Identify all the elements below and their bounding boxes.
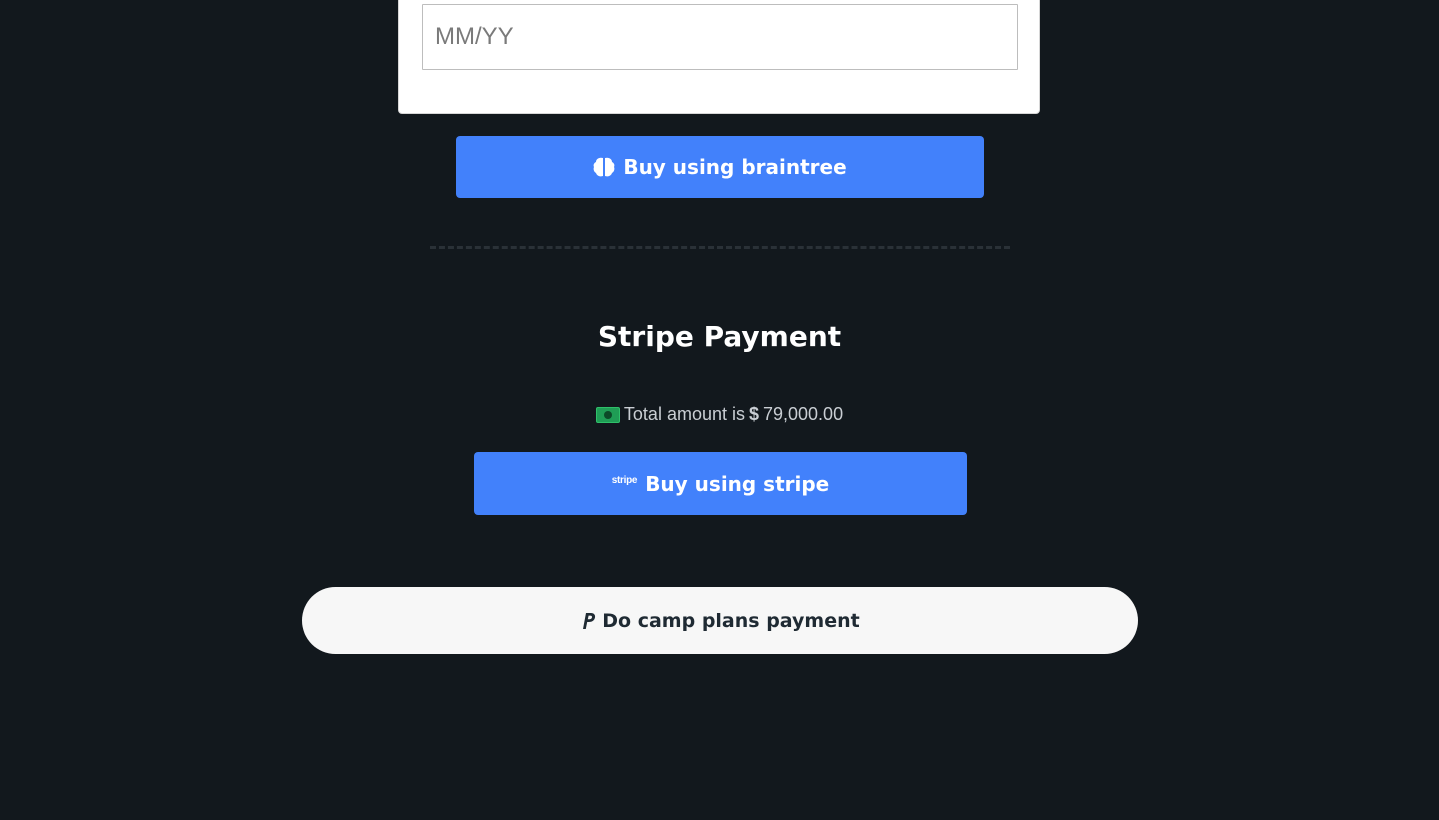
buy-braintree-label: Buy using braintree: [623, 155, 847, 179]
total-amount-value: 79,000.00: [763, 404, 844, 424]
paypal-icon: [580, 612, 596, 630]
brain-icon: [593, 157, 615, 177]
stripe-logo-icon: stripe: [611, 475, 638, 486]
currency-symbol: $: [748, 404, 759, 424]
total-amount-prefix: Total amount is: [623, 404, 745, 424]
buy-stripe-button[interactable]: stripe Buy using stripe: [474, 452, 967, 515]
money-bill-icon: [595, 406, 620, 423]
section-divider: [430, 246, 1010, 249]
buy-stripe-label: Buy using stripe: [645, 471, 830, 496]
camp-plans-payment-button[interactable]: Do camp plans payment: [302, 587, 1138, 654]
buy-braintree-button[interactable]: Buy using braintree: [456, 136, 984, 198]
total-amount: Total amount is $ 79,000.00: [0, 404, 1439, 425]
stripe-section-title: Stripe Payment: [597, 320, 842, 353]
payment-page: Buy using braintree Stripe Payment Total…: [0, 0, 1439, 820]
camp-plans-payment-label: Do camp plans payment: [602, 609, 860, 632]
expiry-date-input[interactable]: [422, 4, 1018, 70]
card-form: [398, 0, 1040, 114]
